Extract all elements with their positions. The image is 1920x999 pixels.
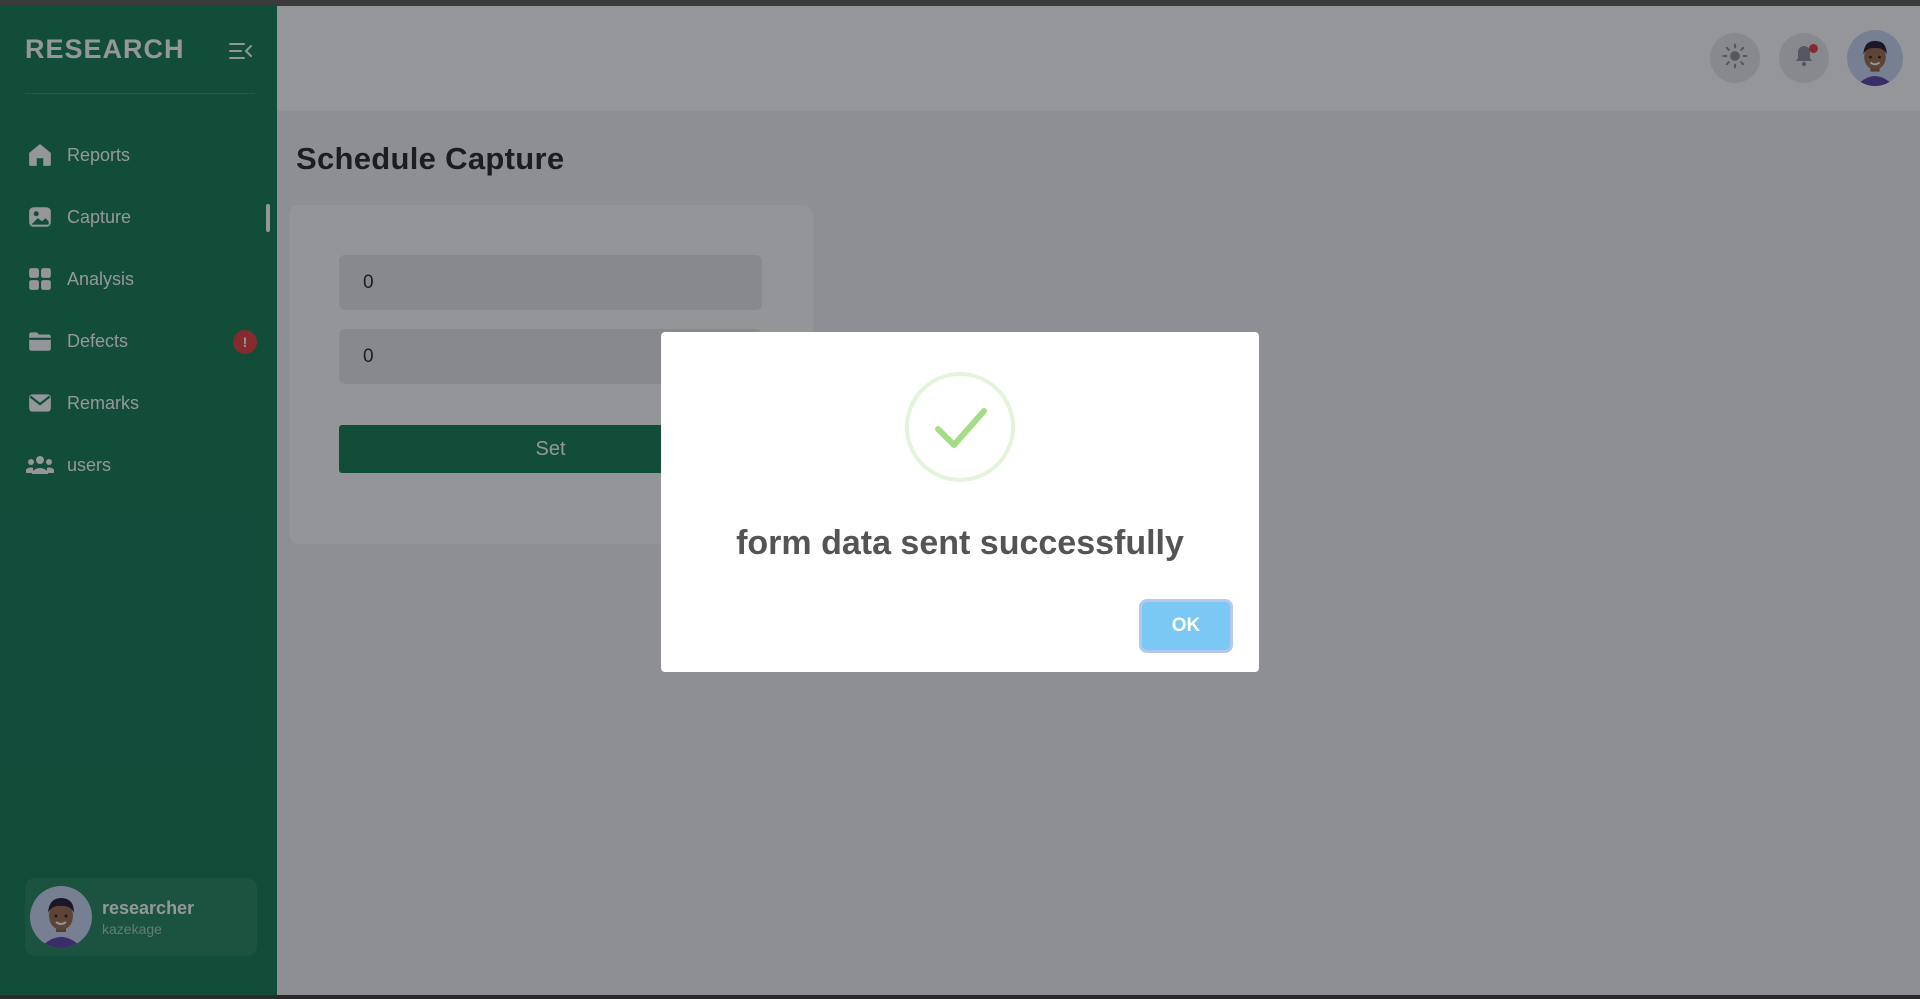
window-bottom-bar — [0, 995, 1920, 999]
ok-button[interactable]: OK — [1142, 602, 1230, 650]
success-check-icon — [905, 372, 1015, 482]
dialog-message: form data sent successfully — [736, 524, 1184, 562]
window-top-bar — [0, 0, 1920, 6]
success-dialog: form data sent successfully OK — [661, 332, 1259, 672]
